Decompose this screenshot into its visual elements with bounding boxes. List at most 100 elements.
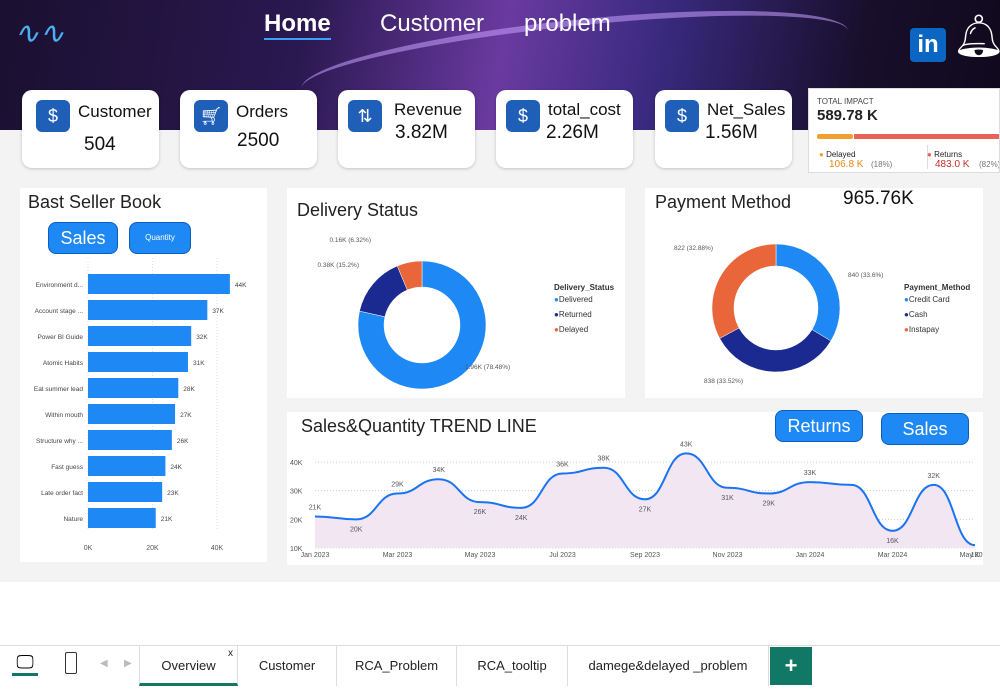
returns-legend: ● Returns (927, 150, 963, 159)
category-label: Fast guess (51, 464, 84, 471)
slice-label: 822 (32.88%) (674, 245, 713, 252)
donut-slice (359, 265, 408, 318)
dollar-icon: $ (36, 100, 70, 132)
slice-label: 0.16K (6.32%) (329, 237, 371, 244)
legend-item[interactable]: ●Instapay (904, 325, 939, 334)
desktop-view-icon[interactable]: 🖵︎ (12, 652, 38, 676)
tab-rca-problem[interactable]: RCA_Problem (337, 646, 457, 686)
data-label: 31K (193, 360, 205, 367)
cost-icon: $ (506, 100, 540, 132)
data-label: 32K (928, 473, 941, 480)
x-tick-label: 20K (146, 545, 159, 552)
kpi-value: 2500 (237, 130, 280, 151)
delayed-label: Delayed (826, 150, 856, 159)
category-label: Atomic Habits (43, 360, 84, 367)
returns-pct: (82%) (979, 160, 1000, 169)
kpi-value: 504 (84, 134, 116, 155)
data-label: 36K (556, 461, 569, 468)
kpi-value: 3.82M (395, 122, 448, 143)
nav-home[interactable]: Home (264, 10, 331, 40)
delivery-legend-title: Delivery_Status (554, 283, 615, 292)
kpi-label: Customer (78, 102, 152, 121)
bestseller-panel: Bast Seller Book Sales Quantity 0K 20K 40K… (20, 188, 267, 562)
data-label: 37K (212, 308, 224, 315)
data-label: 23K (167, 490, 179, 497)
scroll-left-icon[interactable]: ◀ (100, 658, 108, 669)
x-tick-label: May 2024 (960, 552, 983, 559)
data-label: 27K (180, 412, 192, 419)
bar (88, 352, 188, 372)
kpi-label: total_cost (548, 100, 621, 119)
bell-icon[interactable]: 🔔︎ (952, 12, 1000, 61)
data-label: 33K (804, 470, 817, 477)
data-label: 26K (177, 438, 189, 445)
sales-button[interactable]: Sales (48, 222, 118, 254)
mobile-view-icon[interactable] (65, 652, 77, 674)
data-label: 16K (886, 538, 899, 545)
slice-label: 1.96K (78.48%) (465, 364, 510, 371)
add-page-button[interactable]: + (770, 647, 812, 685)
x-tick-label: Mar 2023 (383, 552, 413, 559)
kpi-label: Revenue (394, 100, 463, 119)
data-label: 29K (391, 482, 404, 489)
kpi-net-sales: $ Net_Sales 1.56M (655, 90, 792, 168)
data-label: 20K (350, 526, 363, 533)
returns-label: Returns (934, 150, 963, 159)
y-tick-label: 30K (290, 489, 303, 496)
x-tick-label: Jan 2024 (796, 552, 825, 559)
bestseller-bar-chart: 0K 20K 40K Environment d... 44K Account stage… (34, 258, 247, 552)
donut-slice (711, 243, 777, 339)
data-label: 43K (680, 441, 693, 448)
delayed-value: 106.8 K (829, 159, 864, 170)
x-tick-label: May 2023 (465, 552, 496, 559)
kpi-revenue: ⇅ Revenue 3.82M (338, 90, 475, 168)
donut-slice (719, 327, 832, 373)
nav-customer[interactable]: Customer (380, 10, 484, 38)
scroll-right-icon[interactable]: ▶ (124, 658, 132, 669)
y-tick-label: 20K (290, 517, 303, 524)
close-tab-icon[interactable]: x (228, 634, 233, 674)
cart-icon: 🛒︎ (194, 100, 228, 132)
linkedin-icon[interactable]: in (910, 28, 946, 62)
bar (88, 456, 166, 476)
x-tick-label: Jul 2023 (549, 552, 576, 559)
impact-bar-returns (854, 134, 999, 139)
delayed-pct: (18%) (871, 160, 893, 169)
data-label: 27K (639, 506, 652, 513)
kpi-value: 2.26M (546, 122, 599, 143)
data-label: 31K (721, 495, 734, 502)
category-label: Late order fact (41, 490, 83, 497)
payment-donut-chart: 840 (33.6%) 838 (33.52%) 822 (32.88%) (674, 243, 883, 385)
tab-overview[interactable]: Overview x (139, 646, 238, 686)
category-label: Environment d... (36, 282, 84, 289)
impact-bar-delayed (817, 134, 853, 139)
quantity-button[interactable]: Quantity (129, 222, 191, 254)
tab-damage-delayed-problem[interactable]: damege&delayed _problem (568, 646, 769, 686)
legend-item[interactable]: ●Delivered (554, 295, 593, 304)
legend-item[interactable]: ●Delayed (554, 325, 588, 334)
x-tick-label: 40K (211, 545, 224, 552)
bar (88, 300, 208, 320)
page-tabs-bar: 🖵︎ ◀ ▶ Overview x Customer RCA_Problem RC… (0, 645, 1000, 691)
tab-customer[interactable]: Customer (238, 646, 337, 686)
nav-problem[interactable]: problem (524, 10, 611, 38)
legend-label: Delivered (558, 295, 593, 304)
data-label: 32K (196, 334, 208, 341)
x-tick-label: Nov 2023 (713, 552, 743, 559)
legend-item[interactable]: ●Cash (904, 310, 928, 319)
tab-label: Overview (161, 658, 216, 673)
area-fill (315, 453, 975, 548)
logo: ∿∿ (14, 17, 65, 50)
payment-panel: Payment Method 965.76K 840 (33.6%) 838 (3… (645, 188, 983, 398)
payment-legend-title: Payment_Method (904, 283, 971, 292)
kpi-customer: $ Customer 504 (22, 90, 159, 168)
data-label: 44K (235, 282, 247, 289)
legend-item[interactable]: ●Returned (554, 310, 592, 319)
legend-item[interactable]: ●Credit Card (904, 295, 950, 304)
tab-rca-tooltip[interactable]: RCA_tooltip (457, 646, 568, 686)
total-impact-card: TOTAL IMPACT 589.78 K ● Delayed 106.8 K … (808, 88, 1000, 173)
bar (88, 482, 163, 502)
data-label: 21K (161, 516, 173, 523)
returns-value: 483.0 K (935, 159, 970, 170)
bar (88, 378, 179, 398)
